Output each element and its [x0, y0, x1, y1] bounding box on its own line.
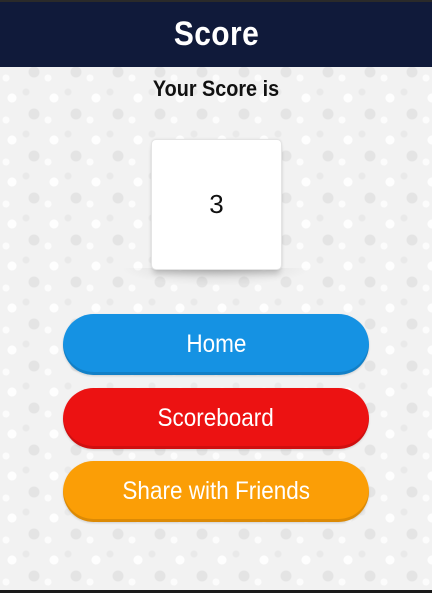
scoreboard-button[interactable]: Scoreboard — [63, 388, 369, 449]
header-bar: Score — [0, 0, 432, 67]
home-button[interactable]: Home — [63, 314, 369, 375]
share-button-label: Share with Friends — [122, 477, 310, 505]
score-card-shadow — [120, 268, 312, 286]
share-with-friends-button[interactable]: Share with Friends — [63, 461, 369, 522]
app-screen: Score Your Score is 3 Home Scoreboard Sh… — [0, 0, 432, 593]
scoreboard-button-label: Scoreboard — [157, 404, 275, 432]
home-button-label: Home — [185, 330, 247, 358]
score-value: 3 — [209, 189, 224, 219]
page-title: Score — [173, 15, 259, 53]
score-label: Your Score is — [152, 76, 280, 101]
score-card: 3 — [151, 139, 282, 270]
